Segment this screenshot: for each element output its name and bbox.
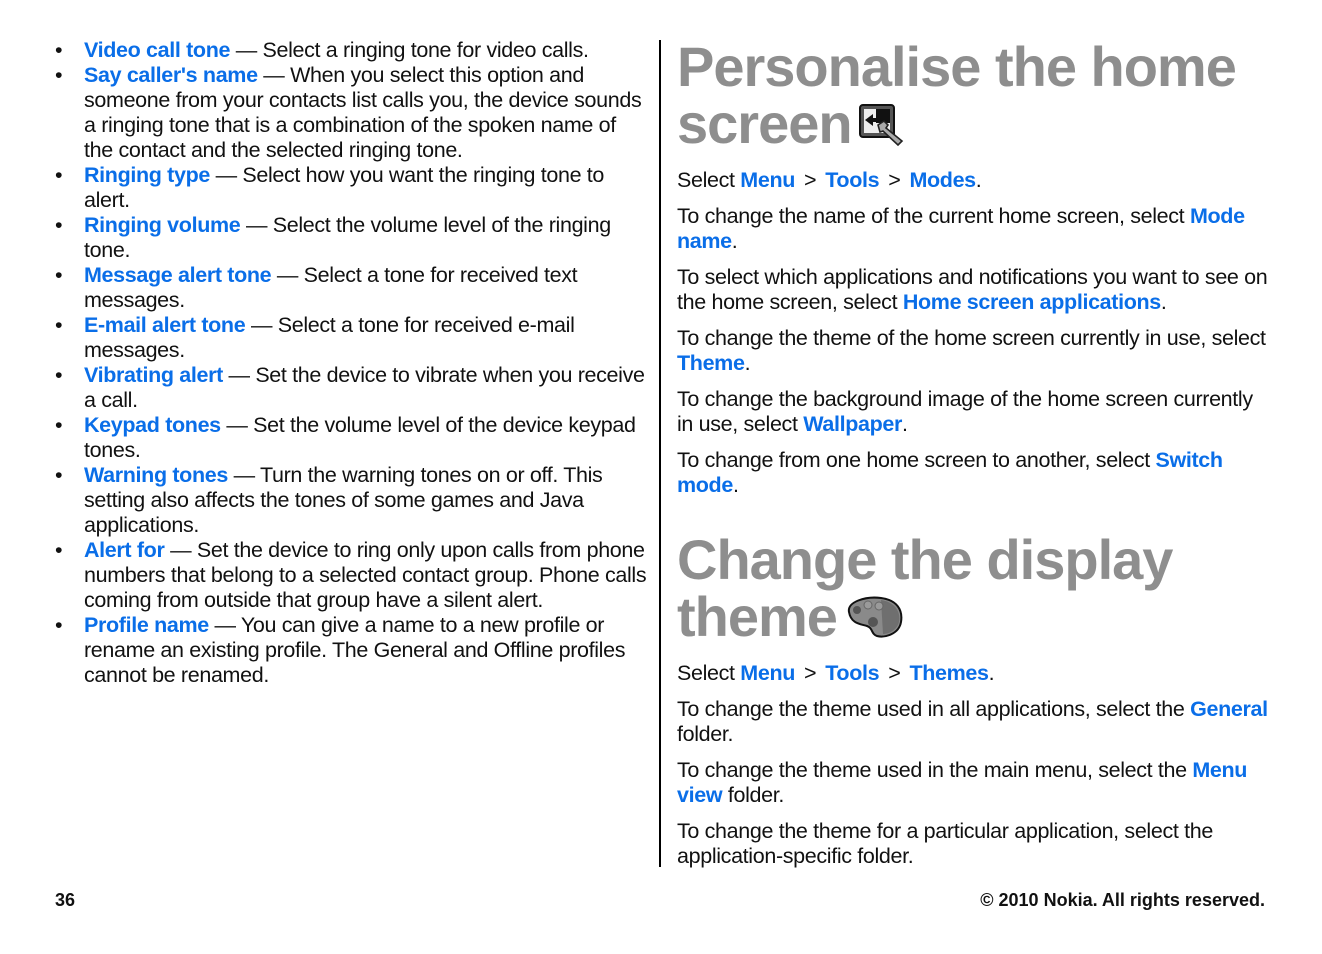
para-text: To change from one home screen to anothe… <box>677 448 1156 472</box>
link-general[interactable]: General <box>1190 697 1268 721</box>
paragraph: To change the theme used in all applicat… <box>677 697 1273 747</box>
link-say-callers-name[interactable]: Say caller's name <box>84 63 258 87</box>
link-vibrating-alert[interactable]: Vibrating alert <box>84 363 223 387</box>
home-screen-settings-icon <box>858 99 906 156</box>
link-keypad-tones[interactable]: Keypad tones <box>84 413 221 437</box>
path-prefix: Select <box>677 168 741 192</box>
para-text: To change the name of the current home s… <box>677 204 1190 228</box>
heading-text: Change the display theme <box>677 528 1173 648</box>
path-themes[interactable]: Themes <box>909 661 989 685</box>
menu-path: Select Menu > Tools > Modes. <box>677 168 1273 193</box>
para-text: . <box>902 412 908 436</box>
path-separator: > <box>804 168 817 192</box>
para-text: folder. <box>722 783 784 807</box>
heading-text: Personalise the home screen <box>677 35 1237 155</box>
paragraph: To change from one home screen to anothe… <box>677 448 1273 498</box>
bullet: • <box>55 538 63 562</box>
link-wallpaper[interactable]: Wallpaper <box>803 412 902 436</box>
list-item: • Profile name — You can give a name to a… <box>55 613 647 688</box>
para-text: To change the background image of the ho… <box>677 387 1253 436</box>
paragraph: To change the theme used in the main men… <box>677 758 1273 808</box>
link-warning-tones[interactable]: Warning tones <box>84 463 228 487</box>
page-footer: 36 © 2010 Nokia. All rights reserved. <box>55 890 1265 911</box>
link-home-screen-applications[interactable]: Home screen applications <box>903 290 1161 314</box>
para-text: To change the theme for a particular app… <box>677 819 1213 868</box>
bullet: • <box>55 263 63 287</box>
paragraph: To change the name of the current home s… <box>677 204 1273 254</box>
path-separator: > <box>888 168 901 192</box>
section-heading: Change the display theme <box>677 531 1273 649</box>
column-divider <box>659 40 661 867</box>
link-alert-for[interactable]: Alert for <box>84 538 165 562</box>
profile-settings-list: • Video call tone — Select a ringing tone… <box>55 38 647 688</box>
bullet: • <box>55 413 63 437</box>
path-suffix: . <box>988 661 995 685</box>
para-text: . <box>744 351 751 375</box>
link-email-alert-tone[interactable]: E-mail alert tone <box>84 313 246 337</box>
list-item: • Ringing type — Select how you want the … <box>55 163 647 213</box>
path-menu[interactable]: Menu <box>740 168 795 192</box>
path-suffix: . <box>975 168 982 192</box>
paragraph: To change the theme of the home screen c… <box>677 326 1273 376</box>
para-text: To change the theme used in all applicat… <box>677 697 1191 721</box>
list-item: • Message alert tone — Select a tone for … <box>55 263 647 313</box>
list-item: • Ringing volume — Select the volume leve… <box>55 213 647 263</box>
path-tools[interactable]: Tools <box>825 168 879 192</box>
list-item: • Vibrating alert — Set the device to vib… <box>55 363 647 413</box>
bullet: • <box>55 163 63 187</box>
para-text: . <box>1160 290 1167 314</box>
link-video-call-tone[interactable]: Video call tone <box>84 38 230 62</box>
list-item: • Video call tone — Select a ringing tone… <box>55 38 647 63</box>
right-column: Personalise the home screen Select Menu >… <box>677 38 1273 880</box>
section-heading: Personalise the home screen <box>677 38 1273 156</box>
bullet: • <box>55 313 63 337</box>
list-item: • E-mail alert tone — Select a tone for r… <box>55 313 647 363</box>
bullet: • <box>55 463 63 487</box>
para-text: To change the theme used in the main men… <box>677 758 1193 782</box>
page-number: 36 <box>55 890 76 910</box>
link-profile-name[interactable]: Profile name <box>84 613 209 637</box>
path-modes[interactable]: Modes <box>909 168 976 192</box>
para-text: . <box>732 473 739 497</box>
paragraph: To change the theme for a particular app… <box>677 819 1273 869</box>
copyright: © 2010 Nokia. All rights reserved. <box>980 890 1265 910</box>
link-theme[interactable]: Theme <box>677 351 745 375</box>
section-change-display-theme: Change the display theme Select Menu > Too… <box>677 531 1273 869</box>
path-menu[interactable]: Menu <box>740 661 795 685</box>
list-item: • Alert for — Set the device to ring only… <box>55 538 647 613</box>
item-description: — Set the device to ring only upon calls… <box>84 538 647 612</box>
section-personalise-home-screen: Personalise the home screen Select Menu >… <box>677 38 1273 498</box>
path-separator: > <box>804 661 817 685</box>
bullet: • <box>55 213 63 237</box>
bullet: • <box>55 363 63 387</box>
path-tools[interactable]: Tools <box>825 661 879 685</box>
path-prefix: Select <box>677 661 741 685</box>
paragraph: To select which applications and notific… <box>677 265 1273 315</box>
list-item: • Say caller's name — When you select thi… <box>55 63 647 163</box>
list-item: • Keypad tones — Set the volume level of … <box>55 413 647 463</box>
left-column: • Video call tone — Select a ringing tone… <box>55 38 647 688</box>
bullet: • <box>55 613 63 637</box>
link-ringing-type[interactable]: Ringing type <box>84 163 210 187</box>
bullet: • <box>55 38 63 62</box>
menu-path: Select Menu > Tools > Themes. <box>677 661 1273 686</box>
para-text: To change the theme of the home screen c… <box>677 326 1266 350</box>
para-text: folder. <box>677 722 734 746</box>
paragraph: To change the background image of the ho… <box>677 387 1273 437</box>
path-separator: > <box>888 661 901 685</box>
para-text: . <box>731 229 738 253</box>
link-ringing-volume[interactable]: Ringing volume <box>84 213 241 237</box>
list-item: • Warning tones — Turn the warning tones … <box>55 463 647 538</box>
bullet: • <box>55 63 63 87</box>
item-description: — Select a ringing tone for video calls. <box>230 38 589 62</box>
link-message-alert-tone[interactable]: Message alert tone <box>84 263 272 287</box>
palette-icon <box>843 592 905 649</box>
